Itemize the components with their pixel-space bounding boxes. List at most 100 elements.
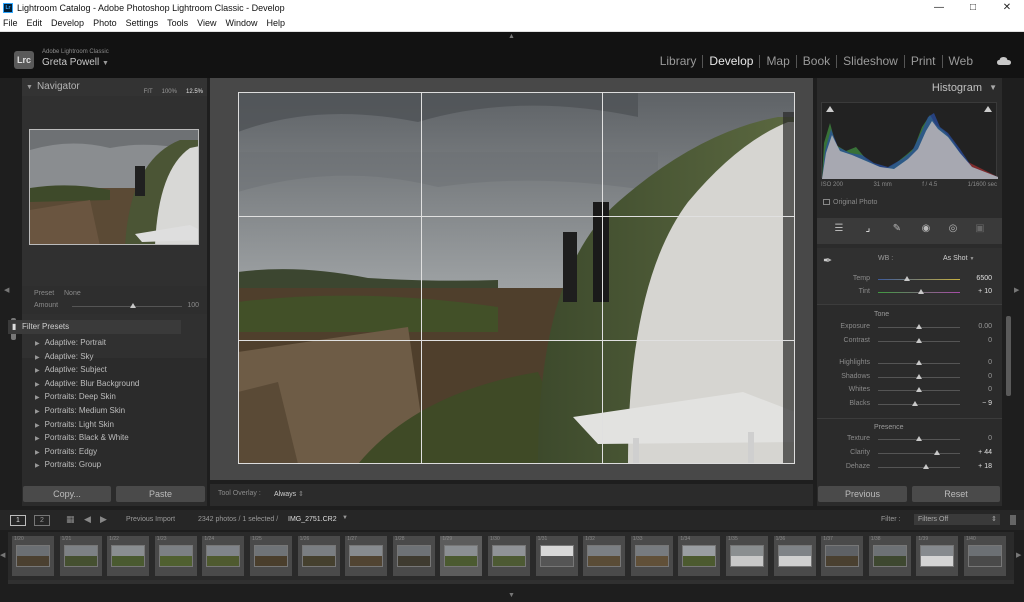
filmstrip-scrollbar[interactable] xyxy=(8,580,1014,584)
slider-track[interactable] xyxy=(878,467,960,468)
filter-preset-item[interactable]: ▶ Portraits: Black & White xyxy=(22,431,207,445)
filmstrip-thumbnail[interactable]: 1/30 xyxy=(488,536,530,576)
slider-value[interactable]: − 9 xyxy=(962,400,992,407)
eyedropper-icon[interactable]: ✒ xyxy=(823,254,843,268)
module-slideshow[interactable]: Slideshow xyxy=(837,55,905,68)
slider-value[interactable]: 0 xyxy=(962,359,992,366)
slider-track[interactable] xyxy=(878,453,960,454)
slider-thumb[interactable] xyxy=(916,360,922,365)
filmstrip-thumbnail[interactable]: 1/24 xyxy=(202,536,245,576)
photo-crop-area[interactable] xyxy=(238,92,795,464)
secondary-window-button[interactable]: 2 xyxy=(34,515,50,526)
right-scrollbar[interactable] xyxy=(1006,316,1011,396)
filmstrip-thumbnail[interactable]: 1/29 xyxy=(440,536,483,576)
healing-icon[interactable]: ✎ xyxy=(890,222,904,236)
close-icon[interactable]: ✕ xyxy=(990,0,1024,15)
filter-lock-icon[interactable] xyxy=(1010,515,1016,525)
copy-button[interactable]: Copy... xyxy=(23,486,111,502)
filmstrip-thumbnail[interactable]: 1/39 xyxy=(916,536,959,576)
module-map[interactable]: Map xyxy=(760,55,797,68)
filmstrip-right-icon[interactable]: ▶ xyxy=(1016,532,1024,580)
cloud-icon[interactable] xyxy=(996,56,1012,66)
main-window-button[interactable]: 1 xyxy=(10,515,26,526)
maximize-icon[interactable]: □ xyxy=(956,0,990,15)
wb-select[interactable]: As Shot ▼ xyxy=(943,255,974,262)
menu-develop[interactable]: Develop xyxy=(51,18,84,28)
slider-thumb[interactable] xyxy=(923,464,930,469)
filmstrip-thumbnail[interactable]: 1/40 xyxy=(964,536,1006,576)
zoom-custom[interactable]: 12.5% xyxy=(186,83,203,101)
filmstrip-thumbnail[interactable]: 1/21 xyxy=(59,536,102,576)
left-panel-toggle-icon[interactable]: ◀ xyxy=(4,286,9,294)
presets-icon[interactable]: ▣ xyxy=(973,222,987,236)
previous-button[interactable]: Previous xyxy=(818,486,907,502)
mask-icon[interactable]: ◎ xyxy=(946,222,960,236)
filter-preset-item[interactable]: ▶ Adaptive: Blur Background xyxy=(22,377,207,391)
navigator-header[interactable]: ▼ Navigator FIT 100% 12.5% xyxy=(22,78,207,96)
slider-thumb[interactable] xyxy=(916,374,922,379)
filmstrip-thumbnail[interactable]: 1/35 xyxy=(726,536,768,576)
filmstrip-thumbnail[interactable]: 1/32 xyxy=(583,536,626,576)
filter-presets-header[interactable]: ▮ Filter Presets xyxy=(8,320,181,334)
slider-thumb[interactable] xyxy=(916,387,922,392)
menu-tools[interactable]: Tools xyxy=(167,18,188,28)
user-name[interactable]: Greta Powell ▼ xyxy=(42,57,109,68)
sliders-icon[interactable]: ☰ xyxy=(832,222,846,236)
minimize-icon[interactable]: — xyxy=(922,0,956,15)
module-library[interactable]: Library xyxy=(654,55,704,68)
slider-track[interactable] xyxy=(878,404,960,405)
red-eye-icon[interactable]: ◉ xyxy=(919,222,933,236)
checkbox[interactable] xyxy=(823,199,830,206)
slider-thumb[interactable] xyxy=(916,338,922,343)
filmstrip-thumbnail[interactable]: 1/27 xyxy=(345,536,388,576)
filmstrip-thumbnail[interactable]: 1/28 xyxy=(392,536,435,576)
filename[interactable]: IMG_2751.CR2 xyxy=(288,516,337,523)
amount-slider-thumb[interactable] xyxy=(129,303,136,308)
slider-value[interactable]: 0 xyxy=(962,373,992,380)
module-print[interactable]: Print xyxy=(905,55,943,68)
zoom-100[interactable]: 100% xyxy=(162,83,177,101)
filter-preset-item[interactable]: ▶ Portraits: Medium Skin xyxy=(22,404,207,418)
menu-file[interactable]: File xyxy=(3,18,18,28)
slider-value[interactable]: 0 xyxy=(962,337,992,344)
crop-icon[interactable]: ⌟ xyxy=(861,222,875,236)
slider-thumb[interactable] xyxy=(916,324,922,329)
filmstrip-thumbnail[interactable]: 1/33 xyxy=(630,536,673,576)
slider-value[interactable]: 0.00 xyxy=(962,323,992,330)
zoom-fit[interactable]: FIT xyxy=(144,83,153,101)
filmstrip-thumbnail[interactable]: 1/26 xyxy=(297,536,340,576)
menu-photo[interactable]: Photo xyxy=(93,18,117,28)
slider-value[interactable]: + 18 xyxy=(962,463,992,470)
filmstrip-thumbnail[interactable]: 1/25 xyxy=(250,536,292,576)
filmstrip-thumbnail[interactable]: 1/36 xyxy=(773,536,816,576)
amount-slider-track[interactable] xyxy=(72,306,182,307)
module-book[interactable]: Book xyxy=(797,55,838,68)
menu-view[interactable]: View xyxy=(197,18,216,28)
reset-button[interactable]: Reset xyxy=(912,486,1000,502)
filmstrip-thumbnail[interactable]: 1/20 xyxy=(12,536,54,576)
filmstrip-thumbnail[interactable]: 1/37 xyxy=(821,536,864,576)
filter-select[interactable]: Filters Off ⇕ xyxy=(914,514,1000,525)
grid-icon[interactable]: ▦ xyxy=(66,514,75,525)
filter-preset-item[interactable]: ▶ Adaptive: Subject xyxy=(22,363,207,377)
menu-window[interactable]: Window xyxy=(226,18,258,28)
module-develop[interactable]: Develop xyxy=(703,55,761,68)
filmstrip-thumbnail[interactable]: 1/34 xyxy=(678,536,721,576)
original-photo-toggle[interactable]: Original Photo xyxy=(823,199,877,206)
tool-overlay-select[interactable]: Always ⇕ xyxy=(274,490,304,498)
slider-thumb[interactable] xyxy=(917,289,924,294)
slider-value[interactable]: 6500 xyxy=(962,275,992,282)
filmstrip-thumbnail[interactable]: 1/22 xyxy=(107,536,150,576)
slider-thumb[interactable] xyxy=(916,436,922,441)
slider-value[interactable]: 0 xyxy=(962,435,992,442)
slider-track[interactable] xyxy=(878,279,960,280)
shadow-clipping-icon[interactable] xyxy=(826,106,834,112)
histogram[interactable] xyxy=(821,102,998,179)
menu-settings[interactable]: Settings xyxy=(126,18,159,28)
slider-value[interactable]: + 10 xyxy=(962,288,992,295)
menu-help[interactable]: Help xyxy=(267,18,286,28)
filter-preset-item[interactable]: ▶ Portraits: Light Skin xyxy=(22,418,207,432)
filter-preset-item[interactable]: ▶ Portraits: Deep Skin xyxy=(22,390,207,404)
filmstrip-left-icon[interactable]: ◀ xyxy=(0,532,8,580)
filter-preset-item[interactable]: ▶ Adaptive: Portrait xyxy=(22,336,207,350)
